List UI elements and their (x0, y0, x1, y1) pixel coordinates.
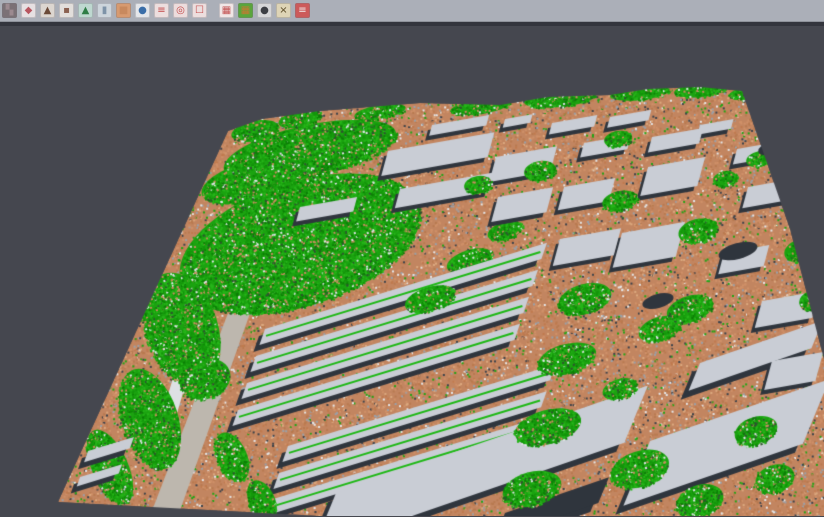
sample-points-icon[interactable]: ▪ (59, 3, 74, 18)
terrain-icon[interactable]: ▲ (78, 3, 93, 18)
document-icon[interactable]: ▚ (2, 3, 17, 18)
ortho-image-icon[interactable]: ■ (116, 3, 131, 18)
checker-glyph: ▦ (222, 6, 231, 16)
selection-box-glyph: ☐ (195, 6, 204, 16)
mesh-glyph: ▲ (44, 6, 52, 16)
camera-glyph: ● (260, 6, 269, 16)
section-icon[interactable]: ≡ (295, 3, 310, 18)
main-toolbar: ▚ ◆ ▲ ▪ ▲ ▮ ■ ● ≡ ◎ ☐ ▦ ▦ ● × ≡ (0, 0, 824, 22)
classification-icon[interactable]: ▦ (238, 3, 253, 18)
globe-icon[interactable]: ● (135, 3, 150, 18)
classification-glyph: ▦ (241, 6, 250, 16)
ortho-image-glyph: ■ (119, 6, 128, 16)
terrain-glyph: ▲ (82, 6, 90, 16)
checker-icon[interactable]: ▦ (219, 3, 234, 18)
crossing-glyph: × (279, 6, 287, 16)
selection-box-icon[interactable]: ☐ (192, 3, 207, 18)
globe-glyph: ● (138, 6, 147, 16)
sample-points-glyph: ▪ (63, 6, 70, 16)
points-tool-icon[interactable]: ◆ (21, 3, 36, 18)
document-glyph: ▚ (6, 6, 14, 16)
column-icon[interactable]: ▮ (97, 3, 112, 18)
points-tool-glyph: ◆ (25, 6, 33, 16)
camera-icon[interactable]: ● (257, 3, 272, 18)
section-glyph: ≡ (298, 6, 306, 16)
target-glyph: ◎ (176, 6, 185, 16)
viewport-3d[interactable] (0, 26, 824, 516)
column-glyph: ▮ (102, 6, 108, 16)
crossing-icon[interactable]: × (276, 3, 291, 18)
list-icon[interactable]: ≡ (154, 3, 169, 18)
mesh-icon[interactable]: ▲ (40, 3, 55, 18)
list-glyph: ≡ (157, 6, 165, 16)
target-icon[interactable]: ◎ (173, 3, 188, 18)
